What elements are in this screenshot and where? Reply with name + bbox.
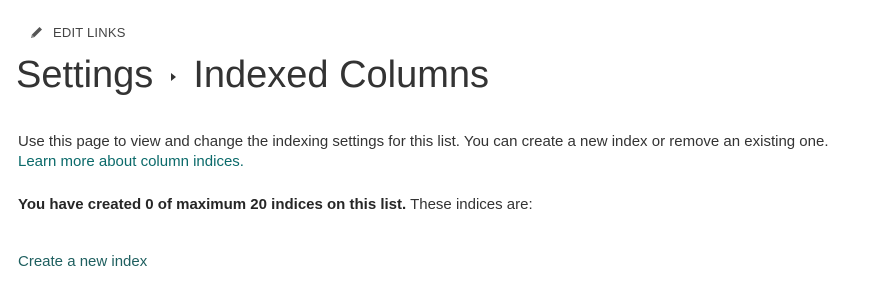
edit-links-button[interactable]: EDIT LINKS (29, 25, 126, 40)
index-list-intro: These indices are: (406, 196, 533, 213)
title-settings-link[interactable]: Settings (16, 50, 153, 100)
intro-description: Use this page to view and change the ind… (18, 132, 868, 172)
triangle-right-icon (171, 73, 177, 81)
learn-more-link[interactable]: Learn more about column indices. (18, 153, 244, 170)
create-new-index-link[interactable]: Create a new index (18, 253, 147, 270)
pencil-icon (29, 25, 44, 40)
intro-text: Use this page to view and change the ind… (18, 133, 829, 150)
title-current-page: Indexed Columns (193, 54, 490, 96)
edit-links-label: EDIT LINKS (53, 25, 126, 40)
index-count-status: You have created 0 of maximum 20 indices… (18, 196, 533, 213)
page-title: Settings Indexed Columns (16, 50, 489, 100)
index-count-bold: You have created 0 of maximum 20 indices… (18, 196, 407, 213)
